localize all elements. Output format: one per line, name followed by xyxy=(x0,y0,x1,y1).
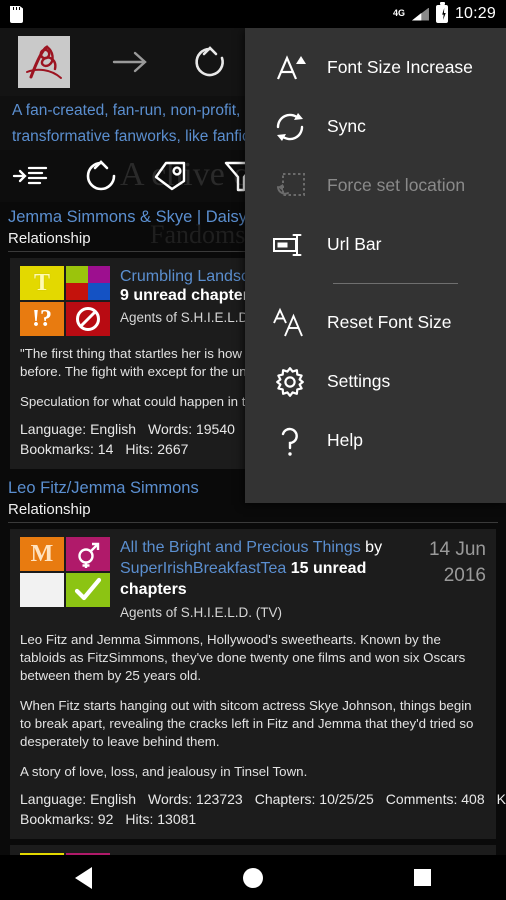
category-multi-icon xyxy=(66,266,110,300)
stat-comments: Comments: 408 xyxy=(385,791,485,807)
work-title[interactable]: All the Bright and Precious Things xyxy=(120,539,361,556)
stat-bookmarks: Bookmarks: 92 xyxy=(20,811,114,827)
menu-item-label: Help xyxy=(327,430,363,450)
stat-bookmarks: Bookmarks: 14 xyxy=(20,441,114,457)
incomplete-icon xyxy=(66,302,110,336)
by-word: by xyxy=(360,539,383,556)
font-size-increase-icon xyxy=(267,51,313,85)
rating-symbol: T xyxy=(20,266,64,300)
overflow-menu[interactable]: Font Size Increase Sync Force set locati… xyxy=(245,28,506,503)
gender-icon xyxy=(66,537,110,571)
status-bar-left xyxy=(10,5,23,23)
phone-screen: 4G 10:29 A fan-created, fan-run, non-pro… xyxy=(0,0,506,900)
reset-font-size-icon xyxy=(267,307,313,339)
work-date-year: 2016 xyxy=(443,565,486,586)
clock: 10:29 xyxy=(454,5,496,22)
menu-item-label: Sync xyxy=(327,116,366,136)
stats-line: Bookmarks: 92 Hits: 13081 xyxy=(20,809,486,829)
stat-chapters: Chapters: 10/25/25 xyxy=(254,791,374,807)
tag-section: Leo Fitz/Jemma Simmons Relationship 14 J… xyxy=(0,469,506,855)
summary-paragraph: When Fitz starts hanging out with sitcom… xyxy=(20,698,474,749)
menu-item-force-set-location: Force set location xyxy=(245,156,506,215)
work-stats: Language: English Words: 123723 Chapters: … xyxy=(20,789,506,829)
network-type-label: 4G xyxy=(392,8,405,18)
stat-language: Language: English xyxy=(20,421,136,437)
work-fandom[interactable]: Agents of S.H.I.E.L.D. (TV) xyxy=(120,603,400,622)
force-set-location-icon xyxy=(267,169,313,203)
sd-card-icon xyxy=(10,5,23,23)
stat-words: Words: 123723 xyxy=(148,791,243,807)
status-bar: 4G 10:29 xyxy=(0,0,506,28)
jump-to-list-icon[interactable] xyxy=(10,155,52,197)
menu-item-label: Reset Font Size xyxy=(327,312,452,332)
stat-language: Language: English xyxy=(20,791,136,807)
menu-item-reset-font-size[interactable]: Reset Font Size xyxy=(245,293,506,352)
section-divider xyxy=(8,522,498,523)
work-author[interactable]: SuperIrishBreakfastTea xyxy=(120,560,286,577)
stat-hits: Hits: 13081 xyxy=(125,811,197,827)
menu-item-font-size-increase[interactable]: Font Size Increase xyxy=(245,38,506,97)
status-bar-right: 4G 10:29 xyxy=(392,2,496,23)
work-date: 14 Jun 2016 xyxy=(429,537,486,589)
refresh-circle-icon[interactable] xyxy=(80,155,122,197)
work-symbols: M xyxy=(20,537,110,622)
warning-symbol-blank xyxy=(20,573,64,607)
warning-symbol: !? xyxy=(20,302,64,336)
refresh-icon[interactable] xyxy=(190,42,230,82)
complete-icon xyxy=(66,573,110,607)
settings-gear-icon xyxy=(267,365,313,399)
back-icon[interactable] xyxy=(75,866,93,889)
menu-item-label: Url Bar xyxy=(327,234,382,254)
work-symbols: T !? xyxy=(20,266,110,336)
work-summary: Leo Fitz and Jemma Simmons, Hollywood's … xyxy=(20,631,486,781)
menu-item-url-bar[interactable]: Url Bar xyxy=(245,215,506,274)
work-card[interactable]: 19 Nov 2013 T xyxy=(10,845,496,855)
signal-strength-icon xyxy=(411,7,429,21)
url-bar-icon xyxy=(267,232,313,258)
menu-item-help[interactable]: Help xyxy=(245,411,506,470)
stat-kudos: Kudos: 859 xyxy=(496,791,506,807)
forward-arrow-icon[interactable] xyxy=(110,42,150,82)
menu-item-label: Force set location xyxy=(327,175,466,195)
menu-item-label: Settings xyxy=(327,371,391,391)
android-nav-bar xyxy=(0,855,506,900)
battery-charging-icon xyxy=(435,2,448,23)
sync-icon xyxy=(267,110,313,144)
rating-symbol: M xyxy=(20,537,64,571)
summary-paragraph: A story of love, loss, and jealousy in T… xyxy=(20,764,308,779)
help-question-icon xyxy=(267,424,313,458)
menu-divider xyxy=(333,283,458,284)
stat-words: Words: 19540 xyxy=(148,421,235,437)
ao3-logo[interactable] xyxy=(18,36,70,88)
menu-item-settings[interactable]: Settings xyxy=(245,352,506,411)
work-title-line: All the Bright and Precious Things by Su… xyxy=(120,537,400,600)
home-icon[interactable] xyxy=(242,867,263,888)
stats-line: Language: English Words: 123723 Chapters: … xyxy=(20,789,506,809)
stat-hits: Hits: 2667 xyxy=(125,441,189,457)
menu-item-sync[interactable]: Sync xyxy=(245,97,506,156)
summary-paragraph: Leo Fitz and Jemma Simmons, Hollywood's … xyxy=(20,632,466,683)
work-date-day: 14 Jun xyxy=(428,539,486,560)
recents-icon[interactable] xyxy=(413,869,431,886)
menu-item-label: Font Size Increase xyxy=(327,57,473,77)
work-card[interactable]: 14 Jun 2016 M All the Bright and Preciou… xyxy=(10,529,506,839)
tag-icon[interactable] xyxy=(150,155,192,197)
